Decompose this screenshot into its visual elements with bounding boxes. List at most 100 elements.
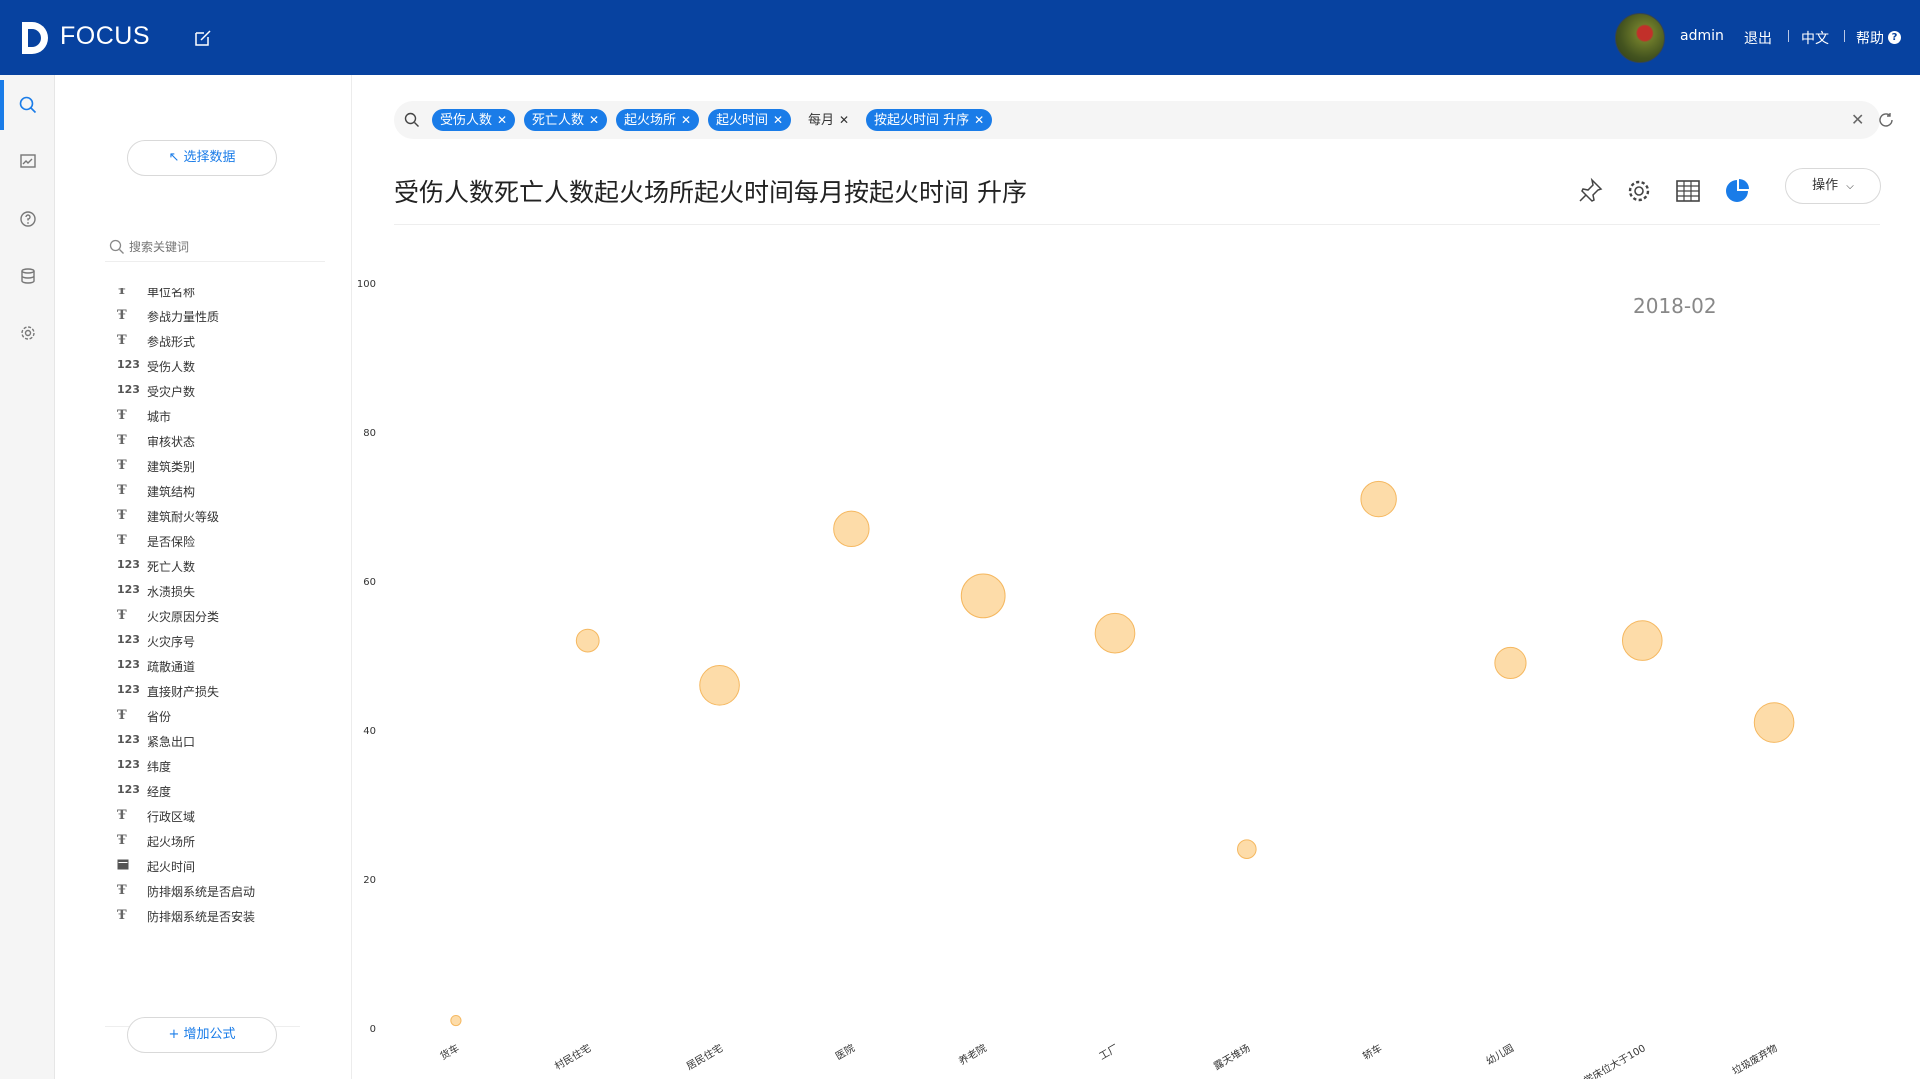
help-link[interactable]: 帮助: [1856, 28, 1884, 48]
nav-help[interactable]: [0, 194, 55, 244]
field-item[interactable]: 123 经度: [117, 781, 337, 801]
divider: [1788, 30, 1789, 42]
field-item[interactable]: Ŧ 城市: [117, 406, 337, 426]
close-icon[interactable]: ✕: [773, 113, 783, 127]
query-chip[interactable]: 受伤人数 ✕: [432, 109, 516, 131]
text-type-icon: Ŧ: [117, 608, 127, 623]
field-name: 起火场所: [147, 835, 196, 849]
help-icon: [20, 211, 36, 227]
field-name: 建筑结构: [147, 485, 196, 499]
close-icon[interactable]: ✕: [839, 113, 849, 127]
field-item[interactable]: 123 疏散通道: [117, 656, 337, 676]
number-type-icon: 123: [117, 683, 140, 696]
field-item[interactable]: Ŧ 行政区域: [117, 806, 337, 826]
number-type-icon: 123: [117, 758, 140, 771]
field-item[interactable]: Ŧ 审核状态: [117, 431, 337, 451]
query-chip[interactable]: 每月 ✕: [800, 109, 857, 131]
field-search[interactable]: [105, 232, 325, 262]
calendar-icon: [117, 858, 139, 873]
gear-icon[interactable]: [1624, 176, 1654, 206]
field-name: 建筑耐火等级: [147, 510, 220, 524]
field-item[interactable]: 123 直接财产损失: [117, 681, 337, 701]
query-chip[interactable]: 死亡人数 ✕: [524, 109, 608, 131]
number-type-icon: 123: [117, 658, 140, 671]
text-type-icon: Ŧ: [117, 508, 127, 523]
dashboard-icon: [20, 154, 36, 168]
field-item[interactable]: 123 纬度: [117, 756, 337, 776]
field-item[interactable]: Ŧ 防排烟系统是否安装: [117, 906, 337, 926]
x-tick-label: 医院: [833, 1041, 857, 1062]
query-chip[interactable]: 起火时间 ✕: [708, 109, 792, 131]
y-tick-label: 0: [370, 1024, 376, 1035]
field-item[interactable]: Ŧ 建筑结构: [117, 481, 337, 501]
edit-icon[interactable]: [193, 28, 213, 48]
field-item[interactable]: Ŧ 建筑耐火等级: [117, 506, 337, 526]
field-name: 疏散通道: [147, 660, 196, 674]
field-item[interactable]: Ŧ 建筑类别: [117, 456, 337, 476]
close-icon[interactable]: ✕: [589, 113, 599, 127]
top-bar: FOCUS admin 退出 中文 帮助 ?: [0, 0, 1920, 75]
select-data-button[interactable]: ↖ 选择数据: [127, 140, 277, 176]
close-icon[interactable]: ✕: [681, 113, 691, 127]
field-item[interactable]: 123 受伤人数: [117, 356, 337, 376]
query-bar[interactable]: ✕ 受伤人数 ✕ 死亡人数 ✕ 起火场所 ✕ 起火时间 ✕ 每月 ✕ 按起火时间 升序 ✕: [394, 101, 1893, 139]
field-item[interactable]: Ŧ 省份: [117, 706, 337, 726]
add-formula-button[interactable]: + 增加公式: [127, 1017, 277, 1053]
number-type-icon: 123: [117, 733, 140, 746]
pin-icon[interactable]: [1575, 176, 1605, 206]
field-item[interactable]: Ŧ 单位名称: [117, 288, 337, 301]
field-item[interactable]: 123 火灾序号: [117, 631, 337, 651]
field-name: 行政区域: [147, 810, 196, 824]
y-tick-label: 60: [363, 577, 376, 588]
settings-icon: [21, 326, 35, 340]
operations-dropdown[interactable]: 操作 ⌵: [1785, 168, 1881, 204]
chip-label: 起火场所: [624, 113, 677, 128]
text-type-icon: Ŧ: [117, 308, 127, 323]
field-item[interactable]: 123 死亡人数: [117, 556, 337, 576]
field-item[interactable]: Ŧ 参战形式: [117, 331, 337, 351]
nav-dashboard[interactable]: [0, 137, 55, 187]
x-tick-label: 中学床位大于100: [1573, 1041, 1648, 1079]
field-search-input[interactable]: [129, 236, 319, 258]
field-item[interactable]: 123 紧急出口: [117, 731, 337, 751]
clear-query-button[interactable]: ✕: [1851, 110, 1864, 129]
nav-settings[interactable]: [0, 308, 55, 358]
y-tick-label: 20: [363, 875, 376, 886]
avatar[interactable]: [1615, 13, 1665, 63]
chip-label: 死亡人数: [532, 113, 585, 128]
field-item[interactable]: Ŧ 防排烟系统是否启动: [117, 881, 337, 901]
y-tick-label: 80: [363, 428, 376, 439]
field-name: 参战力量性质: [147, 310, 220, 324]
language-link[interactable]: 中文: [1801, 28, 1829, 48]
x-tick-label: 工厂: [1098, 1043, 1121, 1063]
field-name: 火灾序号: [147, 635, 196, 649]
text-type-icon: Ŧ: [117, 808, 127, 823]
chart-canvas: 2018-02 0 20 40 60 80 100 货车 村民住宅 居民住宅 医院 养老院 工厂 露天堆场…: [357, 279, 1795, 1083]
field-item[interactable]: 起火时间: [117, 856, 337, 876]
table-icon[interactable]: [1673, 176, 1703, 206]
field-item[interactable]: 123 受灾户数: [117, 381, 337, 401]
text-type-icon: Ŧ: [117, 458, 127, 473]
y-tick-label: 40: [363, 726, 376, 737]
nav-database[interactable]: [0, 251, 55, 301]
field-item[interactable]: Ŧ 火灾原因分类: [117, 606, 337, 626]
close-icon[interactable]: ✕: [497, 113, 507, 127]
field-item[interactable]: Ŧ 起火场所: [117, 831, 337, 851]
x-tick-label: 货车: [438, 1041, 462, 1062]
field-name: 水渍损失: [147, 585, 196, 599]
help-icon[interactable]: ?: [1888, 31, 1901, 44]
field-name: 是否保险: [147, 535, 196, 549]
field-item[interactable]: 123 水渍损失: [117, 581, 337, 601]
divider: [1844, 30, 1845, 42]
pie-chart-icon[interactable]: [1722, 176, 1752, 206]
query-chip[interactable]: 起火场所 ✕: [616, 109, 700, 131]
close-icon[interactable]: ✕: [974, 113, 984, 127]
field-item[interactable]: Ŧ 是否保险: [117, 531, 337, 551]
query-chip[interactable]: 按起火时间 升序 ✕: [866, 109, 993, 131]
logout-link[interactable]: 退出: [1744, 28, 1772, 48]
field-item[interactable]: Ŧ 参战力量性质: [117, 306, 337, 326]
user-name[interactable]: admin: [1680, 28, 1724, 44]
refresh-icon[interactable]: [1877, 111, 1895, 129]
bubble-point: [833, 510, 870, 548]
nav-search[interactable]: [0, 80, 55, 130]
